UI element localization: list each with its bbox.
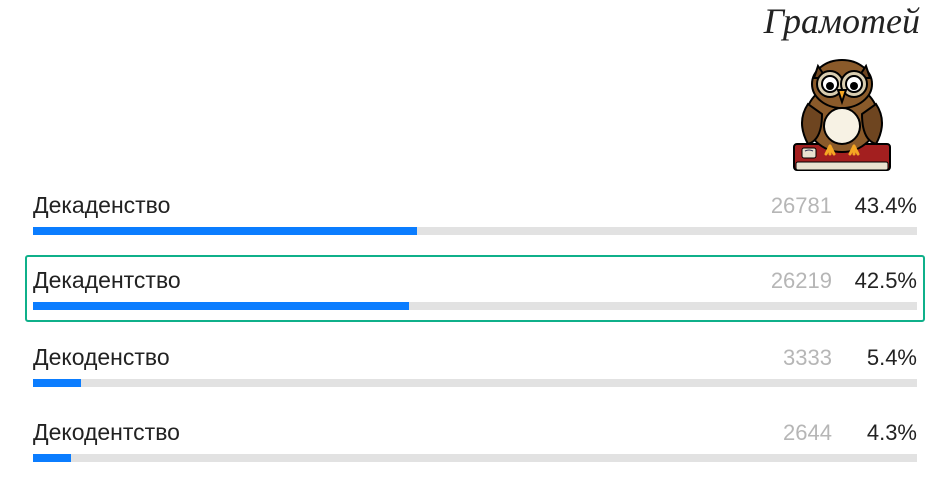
option-row-correct[interactable]: Декадентство 26219 42.5% (25, 255, 925, 322)
progress-track (33, 379, 917, 387)
progress-track (33, 302, 917, 310)
owl-on-book-icon (778, 44, 906, 176)
option-top: Декоденство 3333 5.4% (33, 344, 917, 371)
progress-fill (33, 454, 71, 462)
option-count: 2644 (742, 420, 832, 446)
header: Грамотей (0, 0, 950, 180)
brand-title: Грамотей (764, 0, 920, 42)
option-top: Декаденство 26781 43.4% (33, 192, 917, 219)
option-percent: 43.4% (832, 193, 917, 219)
option-percent: 4.3% (832, 420, 917, 446)
option-percent: 42.5% (832, 268, 917, 294)
logo: Грамотей (764, 0, 920, 176)
option-top: Декадентство 26219 42.5% (33, 267, 917, 294)
option-row[interactable]: Декодентство 2644 4.3% (25, 407, 925, 468)
option-row[interactable]: Декоденство 3333 5.4% (25, 332, 925, 393)
option-percent: 5.4% (832, 345, 917, 371)
option-label: Декодентство (33, 419, 742, 446)
progress-track (33, 454, 917, 462)
option-top: Декодентство 2644 4.3% (33, 419, 917, 446)
option-label: Декаденство (33, 192, 742, 219)
option-count: 26219 (742, 268, 832, 294)
options-list: Декаденство 26781 43.4% Декадентство 262… (0, 180, 950, 468)
option-label: Декадентство (33, 267, 742, 294)
option-label: Декоденство (33, 344, 742, 371)
progress-fill (33, 379, 81, 387)
progress-fill (33, 302, 409, 310)
progress-fill (33, 227, 417, 235)
option-count: 3333 (742, 345, 832, 371)
option-row[interactable]: Декаденство 26781 43.4% (25, 180, 925, 241)
progress-track (33, 227, 917, 235)
option-count: 26781 (742, 193, 832, 219)
